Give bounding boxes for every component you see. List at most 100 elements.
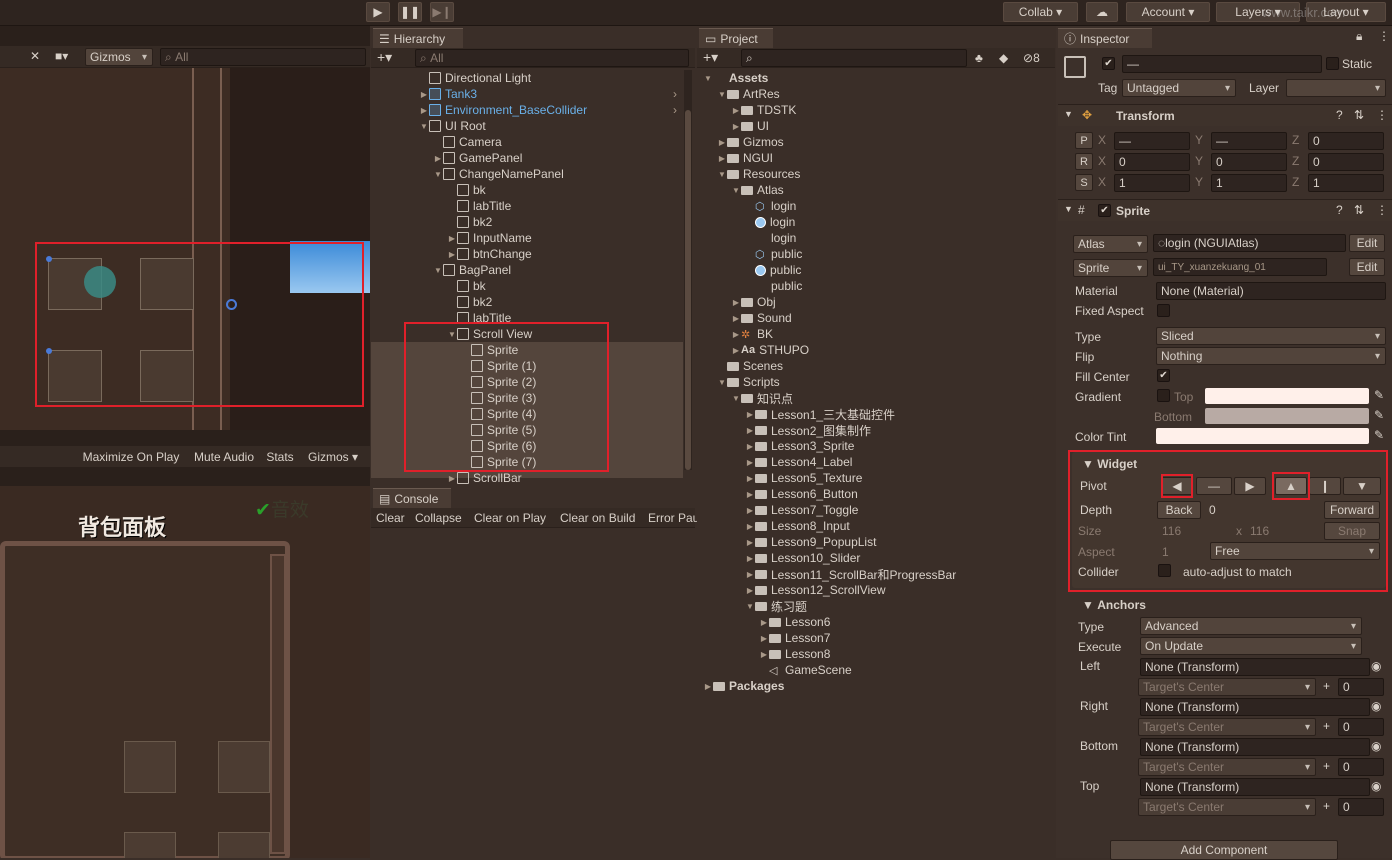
project-item[interactable]: ▶ Aa STHUPO [731,342,809,358]
foldout-arrow-icon[interactable]: ▼ [731,186,741,195]
hierarchy-item[interactable]: bk [447,278,486,294]
foldout-arrow-icon[interactable]: ▶ [419,90,429,99]
project-item[interactable]: ▼ 知识点 [731,390,793,406]
project-search-input[interactable]: ⌕ [741,49,967,67]
hierarchy-item[interactable]: Sprite (3) [461,390,536,406]
pivot-left-button[interactable]: ◀ [1161,477,1193,495]
anchor-center-select[interactable]: Target's Center [1138,678,1316,696]
project-item[interactable]: ▶ Lesson4_Label [745,454,852,470]
transform-r-z-input[interactable]: 0 [1308,153,1384,171]
hierarchy-item[interactable]: Sprite (5) [461,422,536,438]
help-icon[interactable]: ? [1336,203,1343,217]
anchor-center-select[interactable]: Target's Center [1138,758,1316,776]
foldout-arrow-icon[interactable]: ▶ [731,314,741,323]
foldout-arrow-icon[interactable]: ▶ [419,106,429,115]
project-item[interactable]: ⬡ login [745,198,796,214]
foldout-arrow-icon[interactable]: ▶ [447,474,457,483]
foldout-arrow-icon[interactable]: ▶ [759,650,769,659]
project-item[interactable]: ▶ Lesson10_Slider [745,550,860,566]
sprite-type-dropdown[interactable]: Sprite [1073,259,1148,277]
expand-prefab-icon[interactable]: › [673,103,677,117]
transform-r-x-input[interactable]: 0 [1114,153,1190,171]
foldout-arrow-icon[interactable]: ▶ [745,538,755,547]
eyedropper-icon[interactable]: ✎ [1374,428,1384,442]
project-item[interactable]: ▶ Lesson8 [759,646,830,662]
pause-button[interactable]: ❚❚ [398,2,422,22]
mute-audio-toggle[interactable]: Mute Audio [188,448,260,466]
foldout-arrow-icon[interactable]: ▶ [745,490,755,499]
pivot-bottom-button[interactable]: ▼ [1343,477,1381,495]
foldout-arrow-icon[interactable]: ▼ [447,330,457,339]
preset-icon[interactable]: ⇅ [1354,108,1364,122]
transform-p-x-input[interactable]: — [1114,132,1190,150]
foldout-arrow-icon[interactable]: ▶ [447,234,457,243]
scene-viewport[interactable] [0,68,370,430]
pivot-center-v-button[interactable]: ❙ [1309,477,1341,495]
foldout-arrow-icon[interactable]: ▶ [717,138,727,147]
create-icon[interactable]: +▾ [703,49,718,66]
gradient-top-color[interactable] [1205,388,1369,404]
hierarchy-item[interactable]: bk [447,182,486,198]
foldout-arrow-icon[interactable]: ▼ [433,266,443,275]
sprite-edit-button[interactable]: Edit [1349,258,1385,276]
hierarchy-item[interactable]: Sprite (6) [461,438,536,454]
hierarchy-item[interactable]: Sprite [461,342,518,358]
project-item[interactable]: ▼ Assets [703,70,768,86]
gameobject-name-input[interactable]: — [1122,55,1322,73]
foldout-arrow-icon[interactable]: ▶ [731,298,741,307]
anchor-target-field[interactable]: None (Transform) [1140,778,1370,796]
foldout-arrow-icon[interactable]: ▶ [433,154,443,163]
collider-checkbox[interactable] [1158,564,1171,577]
hierarchy-item[interactable]: bk2 [447,294,492,310]
height-input[interactable]: 116 [1246,522,1318,540]
atlas-type-dropdown[interactable]: Atlas [1073,235,1148,253]
foldout-arrow-icon[interactable]: ▶ [759,618,769,627]
project-item[interactable]: ▼ Resources [717,166,800,182]
sprite-name-field[interactable]: ui_TY_xuanzekuang_01 [1153,258,1327,276]
project-item[interactable]: ◁ GameScene [759,662,852,678]
transform-s-z-input[interactable]: 1 [1308,174,1384,192]
foldout-arrow-icon[interactable]: ▶ [745,426,755,435]
object-picker-icon[interactable]: ◉ [1371,699,1381,713]
project-item[interactable]: ▼ 练习题 [745,598,807,614]
project-item[interactable]: ▶ Lesson3_Sprite [745,438,854,454]
atlas-edit-button[interactable]: Edit [1349,234,1385,252]
hierarchy-item[interactable]: Directional Light [419,70,531,86]
color-tint-swatch[interactable] [1156,428,1369,444]
step-button[interactable]: ▶❙ [430,2,454,22]
project-item[interactable]: ▶ Sound [731,310,792,326]
transform-s-x-input[interactable]: 1 [1114,174,1190,192]
execute-select[interactable]: On Update [1140,637,1362,655]
project-item[interactable]: ▶ ✲ BK [731,326,773,342]
preset-icon[interactable]: ⇅ [1354,203,1364,217]
filter-label-icon[interactable]: ◆ [999,51,1008,65]
transform-p-z-input[interactable]: 0 [1308,132,1384,150]
inspector-tab[interactable]: ⓘ Inspector [1058,28,1152,48]
aspect-input[interactable]: 1 [1158,543,1204,561]
object-picker-icon[interactable]: ◉ [1371,779,1381,793]
project-item[interactable]: public [745,278,802,294]
anchor-center-select[interactable]: Target's Center [1138,718,1316,736]
tag-dropdown[interactable]: Untagged [1122,79,1236,97]
hierarchy-item[interactable]: ▼ BagPanel [433,262,511,278]
eyedropper-icon[interactable]: ✎ [1374,388,1384,402]
project-item[interactable]: ▶ Lesson2_图集制作 [745,422,871,438]
pivot-handle[interactable] [226,299,237,310]
hierarchy-item[interactable]: bk2 [447,214,492,230]
expand-prefab-icon[interactable]: › [673,87,677,101]
depth-forward-button[interactable]: Forward [1324,501,1380,519]
project-item[interactable]: ▼ Atlas [731,182,784,198]
foldout-arrow-icon[interactable]: ▼ [717,90,727,99]
hierarchy-item[interactable]: ▶ GamePanel [433,150,522,166]
project-item[interactable]: ▶ TDSTK [731,102,796,118]
static-checkbox[interactable] [1326,57,1339,70]
pivot-top-button[interactable]: ▲ [1275,477,1307,495]
material-field[interactable]: None (Material) [1156,282,1386,300]
camera-icon[interactable]: ■▾ [55,49,68,63]
corner-handle[interactable] [46,256,52,262]
hierarchy-item[interactable]: Sprite (7) [461,454,536,470]
hierarchy-tab[interactable]: ☰ Hierarchy [373,28,463,48]
foldout-arrow-icon[interactable]: ▶ [731,106,741,115]
hierarchy-item[interactable]: ▶ Environment_BaseCollider › [419,102,677,118]
project-item[interactable]: ▶ Lesson7_Toggle [745,502,858,518]
